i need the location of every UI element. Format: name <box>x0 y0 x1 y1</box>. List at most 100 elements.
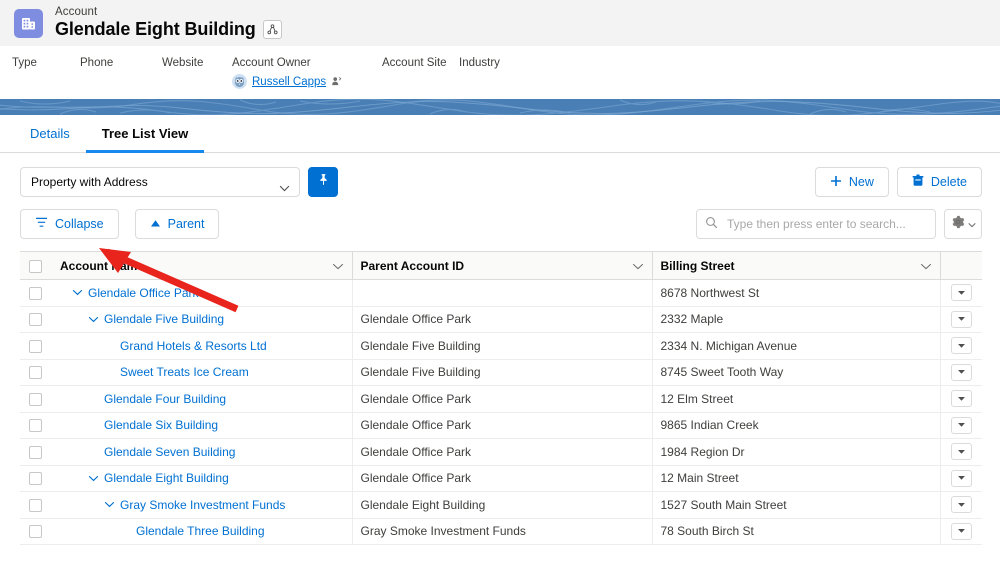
account-name-link[interactable]: Glendale Six Building <box>104 418 218 432</box>
list-view-select-wrap: Property with Address <box>20 167 300 197</box>
table-row[interactable]: Gray Smoke Investment Funds Glendale Eigh… <box>20 491 982 519</box>
chevron-down-icon[interactable] <box>632 259 644 273</box>
table-row[interactable]: Glendale Four Building Glendale Office Pa… <box>20 385 982 413</box>
column-header-label: Parent Account ID <box>360 258 465 273</box>
row-checkbox[interactable] <box>29 498 42 512</box>
select-all-checkbox[interactable] <box>29 259 42 273</box>
page-title: Glendale Eight Building <box>55 18 256 39</box>
table-row[interactable]: Glendale Office Park 8678 Northwest St <box>20 279 982 307</box>
row-actions-menu-button[interactable] <box>950 337 972 355</box>
chevron-down-icon[interactable] <box>920 259 932 273</box>
row-actions-menu-button[interactable] <box>950 284 972 302</box>
collapse-button[interactable]: Collapse <box>20 209 119 239</box>
account-name-link[interactable]: Gray Smoke Investment Funds <box>120 498 285 512</box>
chevron-down-icon <box>967 215 976 233</box>
delete-button[interactable]: Delete <box>896 167 982 197</box>
table-header-row: Account Name Parent Account ID Billing S… <box>20 251 982 280</box>
pin-list-view-button[interactable] <box>308 167 338 197</box>
row-actions-menu-button[interactable] <box>950 310 972 328</box>
list-settings-button[interactable] <box>944 209 982 239</box>
tree-list-table-wrap: Account Name Parent Account ID Billing S… <box>0 239 1000 545</box>
column-header-row-actions <box>939 251 982 280</box>
search-wrap <box>696 209 936 239</box>
cell-billing-street: 8678 Northwest St <box>651 279 940 307</box>
plus-icon <box>830 175 842 190</box>
cell-account-name: Glendale Four Building <box>52 385 352 413</box>
chevron-down-icon[interactable] <box>332 259 344 273</box>
row-checkbox[interactable] <box>29 419 42 433</box>
expand-collapse-chevron-icon[interactable] <box>70 289 84 296</box>
cell-billing-street: 2332 Maple <box>651 306 940 333</box>
expand-collapse-chevron-icon[interactable] <box>86 316 100 323</box>
row-select-cell <box>20 491 52 519</box>
decorative-banner <box>0 99 1000 115</box>
tab-tree-list-view[interactable]: Tree List View <box>85 116 205 153</box>
row-select-cell <box>20 412 52 439</box>
column-header-parent-account-id[interactable]: Parent Account ID <box>351 251 652 280</box>
search-input[interactable] <box>696 209 936 239</box>
account-name-link[interactable]: Glendale Three Building <box>136 524 265 538</box>
delete-button-label: Delete <box>930 175 967 189</box>
row-checkbox[interactable] <box>29 339 42 353</box>
row-actions-menu-button[interactable] <box>950 363 972 381</box>
row-checkbox[interactable] <box>29 392 42 406</box>
row-select-cell <box>20 518 52 545</box>
column-header-account-name[interactable]: Account Name <box>52 251 352 280</box>
account-name-link[interactable]: Glendale Seven Building <box>104 445 235 459</box>
row-select-cell <box>20 332 52 360</box>
new-button[interactable]: New <box>814 167 889 197</box>
account-name-link[interactable]: Glendale Eight Building <box>104 471 229 485</box>
row-actions-menu-button[interactable] <box>950 469 972 487</box>
collapse-button-label: Collapse <box>55 217 104 231</box>
table-row[interactable]: Glendale Eight Building Glendale Office P… <box>20 465 982 492</box>
cell-account-name: Glendale Five Building <box>52 306 352 333</box>
table-row[interactable]: Grand Hotels & Resorts Ltd Glendale Five … <box>20 332 982 360</box>
row-checkbox[interactable] <box>29 286 42 300</box>
table-row[interactable]: Glendale Six Building Glendale Office Par… <box>20 412 982 439</box>
table-row[interactable]: Glendale Seven Building Glendale Office P… <box>20 438 982 466</box>
row-actions-menu-button[interactable] <box>950 416 972 434</box>
account-name-link[interactable]: Sweet Treats Ice Cream <box>120 365 249 379</box>
cell-parent-account-id <box>351 279 652 307</box>
row-checkbox[interactable] <box>29 472 42 486</box>
cell-billing-street: 78 South Birch St <box>651 518 940 545</box>
hierarchy-icon[interactable] <box>262 20 282 40</box>
row-actions-menu-button[interactable] <box>950 496 972 514</box>
account-name-link[interactable]: Glendale Office Park <box>88 286 199 300</box>
account-name-link[interactable]: Glendale Five Building <box>104 312 224 326</box>
cell-account-name: Glendale Three Building <box>52 518 352 545</box>
row-select-cell <box>20 359 52 386</box>
row-checkbox[interactable] <box>29 525 42 539</box>
triangle-up-icon <box>150 217 161 231</box>
record-header: Account Glendale Eight Building <box>0 0 1000 47</box>
expand-collapse-chevron-icon[interactable] <box>86 475 100 482</box>
account-name-link[interactable]: Glendale Four Building <box>104 392 226 406</box>
cell-parent-account-id: Gray Smoke Investment Funds <box>351 518 652 545</box>
select-all-header <box>20 251 52 280</box>
table-row[interactable]: Glendale Three Building Gray Smoke Invest… <box>20 518 982 545</box>
row-checkbox[interactable] <box>29 366 42 380</box>
row-checkbox[interactable] <box>29 445 42 459</box>
table-row[interactable]: Sweet Treats Ice Cream Glendale Five Buil… <box>20 359 982 386</box>
field-industry: Industry <box>459 57 500 69</box>
tab-details[interactable]: Details <box>14 116 86 153</box>
field-account-site: Account Site <box>382 57 447 69</box>
expand-collapse-chevron-icon[interactable] <box>102 501 116 508</box>
table-row[interactable]: Glendale Five Building Glendale Office Pa… <box>20 306 982 333</box>
parent-button-label: Parent <box>167 217 205 231</box>
new-button-label: New <box>848 175 874 189</box>
cell-row-actions <box>939 491 982 519</box>
column-header-billing-street[interactable]: Billing Street <box>651 251 940 280</box>
change-owner-icon[interactable] <box>331 76 342 87</box>
row-actions-menu-button[interactable] <box>950 390 972 408</box>
parent-button[interactable]: Parent <box>134 209 220 239</box>
account-owner-link[interactable]: Russell Capps <box>252 76 326 88</box>
row-actions-menu-button[interactable] <box>950 522 972 540</box>
cell-row-actions <box>939 438 982 466</box>
row-checkbox[interactable] <box>29 313 42 327</box>
account-name-link[interactable]: Grand Hotels & Resorts Ltd <box>120 339 267 353</box>
list-view-select[interactable]: Property with Address <box>20 167 300 197</box>
record-field-strip: Type Phone Website Account Owner Russell… <box>0 47 1000 99</box>
row-actions-menu-button[interactable] <box>950 443 972 461</box>
cell-row-actions <box>939 385 982 413</box>
